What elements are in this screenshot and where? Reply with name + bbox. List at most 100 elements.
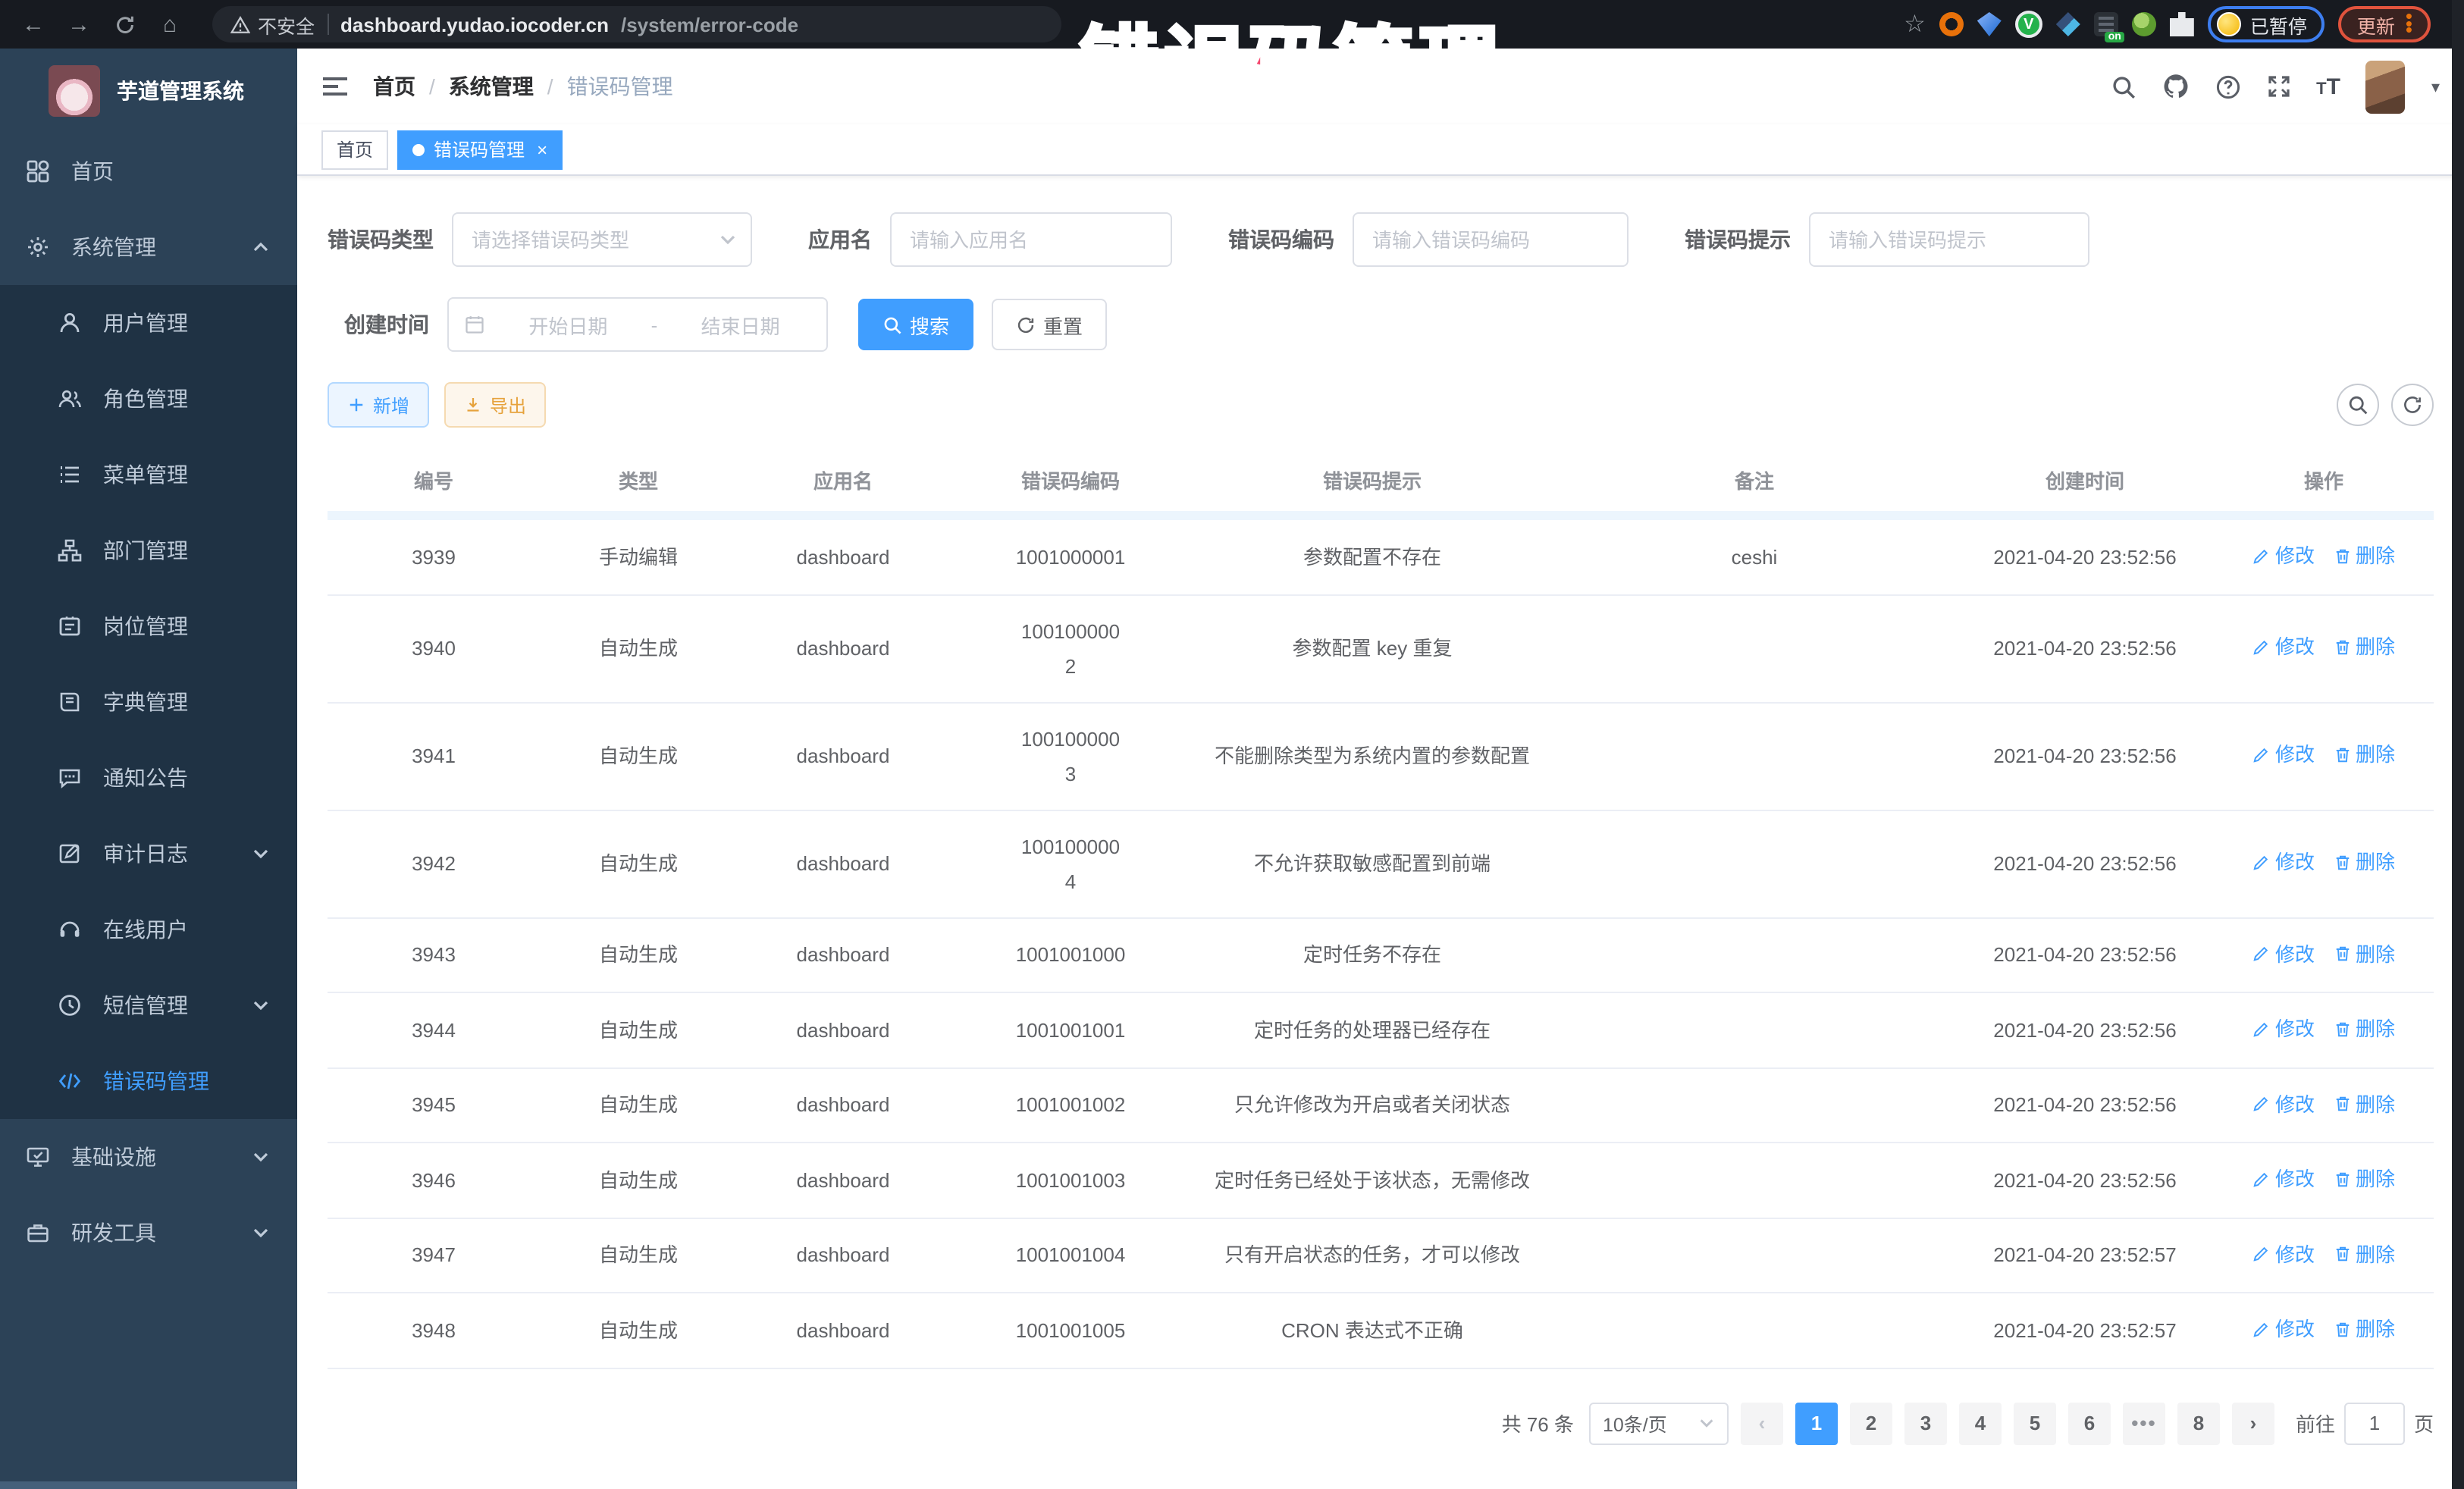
page-button-1[interactable]: 1 [1795, 1402, 1838, 1444]
edit-link[interactable]: 修改 [2252, 1011, 2315, 1046]
error-code-label: 错误码编码 [1228, 224, 1334, 255]
security-warning[interactable]: 不安全 [230, 10, 315, 39]
hamburger-icon[interactable] [321, 74, 349, 99]
chevron-down-icon [252, 1224, 270, 1242]
avatar-caret-icon[interactable]: ▾ [2431, 77, 2440, 96]
address-bar[interactable]: 不安全 dashboard.yudao.iocoder.cn/system/er… [212, 6, 1061, 42]
extension-key-icon[interactable] [2132, 12, 2156, 36]
sidebar-item-home[interactable]: 首页 [0, 133, 297, 209]
delete-link[interactable]: 删除 [2333, 845, 2395, 880]
page-button-6[interactable]: 6 [2068, 1402, 2111, 1444]
edit-link[interactable]: 修改 [2252, 538, 2315, 573]
delete-link[interactable]: 删除 [2333, 1312, 2395, 1346]
sidebar-item-announcements[interactable]: 通知公告 [0, 740, 297, 816]
toggle-search-button[interactable] [2337, 384, 2379, 426]
extension-orange-icon[interactable] [1939, 12, 1964, 36]
more-pages-button[interactable]: ••• [2123, 1402, 2165, 1444]
delete-link[interactable]: 删除 [2333, 1161, 2395, 1196]
page-size-select[interactable]: 10条/页 [1589, 1402, 1729, 1444]
page-button-8[interactable]: 8 [2177, 1402, 2220, 1444]
sidebar-item-roles[interactable]: 角色管理 [0, 361, 297, 437]
page-button-5[interactable]: 5 [2014, 1402, 2056, 1444]
export-button[interactable]: 导出 [444, 382, 546, 428]
tag-close-icon[interactable]: × [537, 139, 547, 160]
next-page-button[interactable]: › [2232, 1402, 2274, 1444]
bookmark-star-icon[interactable]: ☆ [1904, 9, 1926, 39]
sidebar-item-system[interactable]: 系统管理 [0, 209, 297, 285]
help-icon[interactable] [2215, 74, 2240, 99]
error-type-select[interactable] [452, 212, 752, 267]
edit-link[interactable]: 修改 [2252, 936, 2315, 971]
browser-reload-icon[interactable] [109, 13, 140, 36]
browser-menu-icon[interactable]: ••• [2406, 14, 2412, 34]
sidebar-item-error-code[interactable]: 错误码管理 [0, 1043, 297, 1119]
browser-back-icon[interactable]: ← [18, 13, 49, 36]
sidebar-item-infrastructure[interactable]: 基础设施 [0, 1119, 297, 1195]
edit-link[interactable]: 修改 [2252, 845, 2315, 880]
refresh-table-button[interactable] [2391, 384, 2434, 426]
extensions-puzzle-icon[interactable] [2170, 12, 2194, 36]
extension-diamond-icon[interactable] [2056, 12, 2080, 36]
browser-home-icon[interactable]: ⌂ [155, 13, 185, 36]
delete-link[interactable]: 删除 [2333, 630, 2395, 665]
tag-error-code[interactable]: 错误码管理 × [397, 130, 563, 169]
delete-link[interactable]: 删除 [2333, 538, 2395, 573]
search-button[interactable]: 搜索 [858, 299, 973, 350]
sidebar-logo[interactable]: 芋道管理系统 [0, 49, 297, 133]
error-hint-input[interactable] [1809, 212, 2089, 267]
extension-grid-icon[interactable]: on [2094, 12, 2118, 36]
sidebar-item-departments[interactable]: 部门管理 [0, 513, 297, 588]
page-button-2[interactable]: 2 [1850, 1402, 1892, 1444]
sidebar-item-users[interactable]: 用户管理 [0, 285, 297, 361]
chevron-down-icon [1698, 1415, 1715, 1431]
fullscreen-icon[interactable] [2266, 74, 2290, 99]
browser-forward-icon[interactable]: → [64, 13, 94, 36]
github-icon[interactable] [2161, 73, 2189, 100]
sidebar-item-dev-tools[interactable]: 研发工具 [0, 1195, 297, 1271]
date-range-picker[interactable]: 开始日期 - 结束日期 [447, 297, 828, 352]
logo-avatar [49, 65, 100, 117]
user-avatar[interactable] [2366, 60, 2406, 113]
delete-link[interactable]: 删除 [2333, 738, 2395, 773]
edit-link[interactable]: 修改 [2252, 1161, 2315, 1196]
error-code-input[interactable] [1353, 212, 1629, 267]
trash-icon [2333, 746, 2351, 764]
edit-link[interactable]: 修改 [2252, 1237, 2315, 1271]
tag-home[interactable]: 首页 [321, 130, 388, 169]
extension-gem-icon[interactable] [1977, 12, 2002, 36]
sidebar-item-positions[interactable]: 岗位管理 [0, 588, 297, 664]
sidebar-item-menus[interactable]: 菜单管理 [0, 437, 297, 513]
sidebar-item-audit-log[interactable]: 审计日志 [0, 816, 297, 892]
profile-paused-pill[interactable]: 已暂停 [2208, 6, 2325, 42]
reset-button[interactable]: 重置 [992, 299, 1107, 350]
edit-link[interactable]: 修改 [2252, 1086, 2315, 1121]
sidebar-item-sms[interactable]: 短信管理 [0, 967, 297, 1043]
breadcrumb-section[interactable]: 系统管理 [449, 71, 534, 102]
error-type-select-input[interactable] [452, 212, 752, 267]
col-op: 操作 [2214, 452, 2434, 511]
extension-green-icon[interactable]: V [2015, 11, 2042, 38]
delete-link[interactable]: 删除 [2333, 936, 2395, 971]
browser-update-button[interactable]: 更新 ••• [2339, 6, 2431, 42]
edit-link[interactable]: 修改 [2252, 738, 2315, 773]
pencil-icon [2252, 638, 2271, 657]
delete-link[interactable]: 删除 [2333, 1086, 2395, 1121]
header-search-icon[interactable] [2110, 74, 2136, 99]
edit-link[interactable]: 修改 [2252, 630, 2315, 665]
page-button-3[interactable]: 3 [1904, 1402, 1947, 1444]
sidebar-item-online-users[interactable]: 在线用户 [0, 892, 297, 967]
window-scrollbar[interactable] [2452, 0, 2464, 1489]
add-button[interactable]: 新增 [328, 382, 429, 428]
header-highlight-strip [328, 511, 2434, 520]
page-button-4[interactable]: 4 [1959, 1402, 2002, 1444]
end-date-placeholder: 结束日期 [669, 310, 811, 339]
sidebar-item-dictionary[interactable]: 字典管理 [0, 664, 297, 740]
delete-link[interactable]: 删除 [2333, 1237, 2395, 1271]
breadcrumb-home[interactable]: 首页 [373, 71, 415, 102]
prev-page-button[interactable]: ‹ [1741, 1402, 1783, 1444]
font-size-icon[interactable]: TT [2316, 74, 2340, 99]
goto-page-input[interactable] [2344, 1402, 2405, 1444]
delete-link[interactable]: 删除 [2333, 1011, 2395, 1046]
edit-link[interactable]: 修改 [2252, 1312, 2315, 1346]
app-name-input[interactable] [890, 212, 1172, 267]
